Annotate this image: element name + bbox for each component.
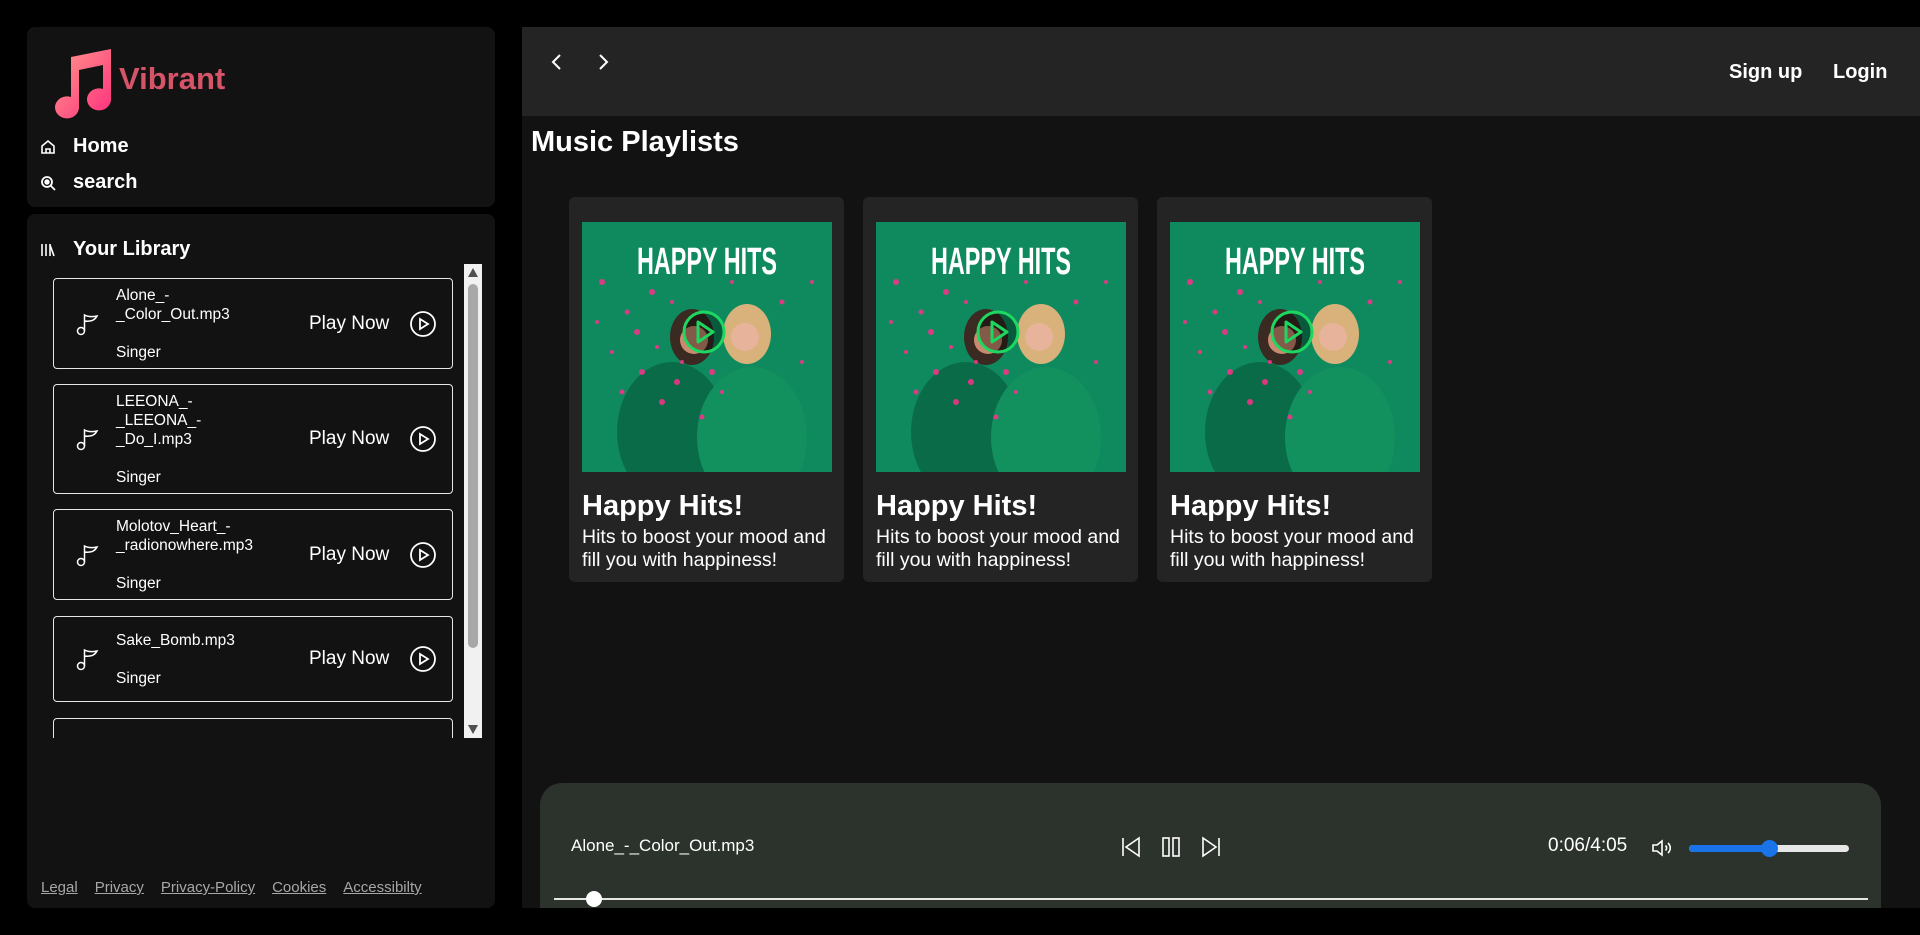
volume-slider-thumb[interactable] bbox=[1760, 840, 1778, 857]
play-circle-icon[interactable] bbox=[409, 541, 437, 569]
scroll-up-arrow-icon[interactable] bbox=[468, 268, 478, 277]
nav-home-label: Home bbox=[73, 135, 129, 157]
library-title: Your Library bbox=[73, 238, 191, 260]
playlist-title: Happy Hits! bbox=[582, 490, 744, 522]
music-note-icon bbox=[76, 648, 99, 671]
song-title: Sake_Bomb.mp3 bbox=[116, 631, 235, 649]
svg-text:HAPPY HITS: HAPPY HITS bbox=[1225, 241, 1365, 283]
music-note-icon bbox=[76, 428, 99, 451]
playlist-title: Happy Hits! bbox=[876, 490, 1038, 522]
nav-search[interactable]: search bbox=[39, 171, 138, 194]
nav-search-label: search bbox=[73, 171, 138, 193]
previous-track-icon[interactable] bbox=[1118, 834, 1144, 860]
song-title: LEEONA_- _LEEONA_- _Do_I.mp3 bbox=[116, 392, 202, 448]
song-info: LEEONA_- _LEEONA_- _Do_I.mp3 Singer bbox=[116, 373, 201, 506]
footer-link-cookies[interactable]: Cookies bbox=[272, 879, 326, 896]
song-info: Sake_Bomb.mp3 Singer bbox=[116, 612, 235, 707]
nav-home[interactable]: Home bbox=[39, 135, 129, 158]
play-circle-icon[interactable] bbox=[409, 425, 437, 453]
library-scrollbar[interactable] bbox=[464, 264, 482, 738]
music-note-icon bbox=[76, 313, 99, 335]
song-artist: Singer bbox=[116, 468, 161, 486]
library-item[interactable]: Alone_- _Color_Out.mp3 Singer Play Now bbox=[53, 278, 453, 369]
playback-time: 0:06/4:05 bbox=[1548, 835, 1628, 856]
library-item[interactable]: LEEONA_- _LEEONA_- _Do_I.mp3 Singer Play… bbox=[53, 384, 453, 494]
logo[interactable]: Vibrant bbox=[47, 47, 225, 119]
playlist-description: Hits to boost your mood and fill you wit… bbox=[1170, 526, 1414, 571]
sidebar-nav-panel: Vibrant Home search bbox=[27, 27, 495, 207]
footer-link-legal[interactable]: Legal bbox=[41, 879, 78, 896]
brand-name: Vibrant bbox=[119, 61, 226, 96]
playlist-title: Happy Hits! bbox=[1170, 490, 1332, 522]
svg-text:HAPPY HITS: HAPPY HITS bbox=[931, 241, 1071, 283]
main-content: Sign up Login Music Playlists HAPPY HITS bbox=[522, 27, 1920, 908]
top-bar: Sign up Login bbox=[522, 27, 1920, 116]
footer-link-privacy-policy[interactable]: Privacy-Policy bbox=[161, 879, 255, 896]
music-note-icon bbox=[76, 544, 99, 566]
play-circle-icon[interactable] bbox=[409, 310, 437, 338]
library-item[interactable] bbox=[53, 718, 453, 738]
svg-text:HAPPY HITS: HAPPY HITS bbox=[637, 241, 777, 283]
scroll-down-arrow-icon[interactable] bbox=[468, 725, 478, 734]
library-header[interactable]: Your Library bbox=[39, 238, 190, 261]
play-circle-icon[interactable] bbox=[409, 645, 437, 673]
song-artist: Singer bbox=[116, 669, 161, 687]
signup-button[interactable]: Sign up bbox=[1729, 61, 1802, 84]
chevron-right-icon[interactable] bbox=[590, 49, 616, 75]
playlist-description: Hits to boost your mood and fill you wit… bbox=[876, 526, 1120, 571]
music-note-logo-icon bbox=[55, 49, 112, 119]
play-now-button[interactable]: Play Now bbox=[309, 428, 389, 450]
song-title: Alone_- _Color_Out.mp3 bbox=[116, 286, 230, 323]
play-now-button[interactable]: Play Now bbox=[309, 648, 389, 670]
pause-icon[interactable] bbox=[1158, 834, 1184, 860]
library-icon bbox=[41, 243, 55, 256]
song-title: Molotov_Heart_- _radionowhere.mp3 bbox=[116, 517, 254, 554]
footer-link-privacy[interactable]: Privacy bbox=[95, 879, 144, 896]
chevron-left-icon[interactable] bbox=[544, 49, 570, 75]
login-button[interactable]: Login bbox=[1833, 61, 1887, 84]
library-item[interactable]: Molotov_Heart_- _radionowhere.mp3 Singer… bbox=[53, 509, 453, 600]
playlist-cover-art: HAPPY HITS bbox=[1170, 222, 1420, 472]
footer-links: Legal Privacy Privacy-Policy Cookies Acc… bbox=[41, 879, 422, 896]
song-info: Alone_- _Color_Out.mp3 Singer bbox=[116, 267, 230, 381]
now-playing-title: Alone_-_Color_Out.mp3 bbox=[571, 836, 755, 855]
song-info: Molotov_Heart_- _radionowhere.mp3 Singer bbox=[116, 498, 253, 612]
playlist-card[interactable]: HAPPY HITS Happy Hits! Hits to boost you… bbox=[569, 197, 844, 582]
playlist-description: Hits to boost your mood and fill you wit… bbox=[582, 526, 826, 571]
song-artist: Singer bbox=[116, 343, 161, 361]
library-panel: Your Library Alone_- _Color_Out.mp3 Sing… bbox=[27, 214, 495, 908]
library-item[interactable]: Sake_Bomb.mp3 Singer Play Now bbox=[53, 616, 453, 702]
play-now-button[interactable]: Play Now bbox=[309, 544, 389, 566]
home-icon bbox=[41, 139, 55, 154]
volume-icon[interactable] bbox=[1650, 836, 1674, 860]
next-track-icon[interactable] bbox=[1198, 834, 1224, 860]
playlist-cover: HAPPY HITS bbox=[1170, 222, 1420, 472]
playlist-cover-art: HAPPY HITS bbox=[876, 222, 1126, 472]
scrollbar-thumb[interactable] bbox=[468, 284, 478, 648]
seek-bar[interactable] bbox=[554, 891, 1868, 907]
volume-slider[interactable] bbox=[1689, 840, 1849, 857]
playlist-card[interactable]: HAPPY HITS Happy Hits! Hits to boost you… bbox=[863, 197, 1138, 582]
playlist-card[interactable]: HAPPY HITS Happy Hits! Hits to boost you… bbox=[1157, 197, 1432, 582]
library-list[interactable]: Alone_- _Color_Out.mp3 Singer Play Now L… bbox=[51, 264, 478, 738]
page-title: Music Playlists bbox=[531, 126, 739, 158]
play-now-button[interactable]: Play Now bbox=[309, 313, 389, 335]
playlist-cover-art: HAPPY HITS bbox=[582, 222, 832, 472]
song-artist: Singer bbox=[116, 574, 161, 592]
volume-slider-fill bbox=[1689, 845, 1769, 852]
player-bar: Alone_-_Color_Out.mp3 0:06/4:05 bbox=[540, 783, 1881, 908]
playlist-cover: HAPPY HITS bbox=[876, 222, 1126, 472]
seek-bar-thumb[interactable] bbox=[585, 891, 602, 907]
footer-link-accessibility[interactable]: Accessibilty bbox=[343, 879, 421, 896]
playlist-cover: HAPPY HITS bbox=[582, 222, 832, 472]
search-icon bbox=[41, 175, 56, 191]
